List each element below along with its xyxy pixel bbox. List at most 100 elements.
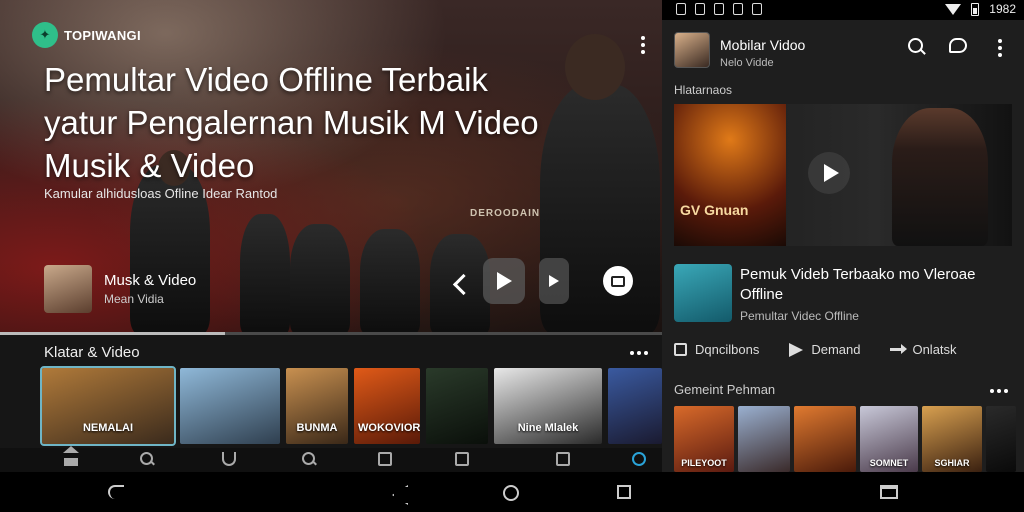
hero-more-icon[interactable]: [641, 36, 645, 57]
heart-icon[interactable]: [222, 452, 236, 466]
video-thumbnail[interactable]: Nine Mlalek: [494, 368, 602, 444]
channel-avatar[interactable]: [674, 32, 710, 68]
progress-fill: [0, 332, 226, 335]
thumbnail-caption: PILEYOOT: [681, 458, 727, 468]
featured-play-button[interactable]: [808, 152, 850, 194]
share-icon: [890, 344, 908, 354]
artist-name: Musk & Video: [104, 272, 197, 289]
stage-poster-text: DEROODAIN: [470, 208, 541, 219]
section-title: Hlatarnaos: [674, 83, 733, 97]
play-button[interactable]: [483, 258, 525, 304]
library-icon[interactable]: [455, 452, 469, 466]
wifi-icon: [945, 3, 962, 15]
home-circle-icon[interactable]: [503, 485, 519, 501]
hero-title-line: yatur Pengalernan Musik M Video: [44, 104, 539, 141]
thumbnail-caption: BUNMA: [296, 422, 338, 434]
recommended-thumbnail[interactable]: PILEYOOT: [674, 406, 734, 472]
download-icon[interactable]: [378, 452, 392, 466]
video-thumbnails: NEMALAI BUNMA WOKOVIOR Nine Mlalek: [40, 366, 662, 446]
notification-icon: [676, 3, 686, 15]
subscribe-button[interactable]: Dqncilbons: [674, 342, 759, 357]
nav-back-triangle-icon[interactable]: [392, 485, 405, 501]
bottom-tab-bar: [0, 446, 662, 472]
next-icon: [549, 275, 559, 287]
recommended-thumbnail[interactable]: [738, 406, 790, 472]
thumbnail-caption: SGHIAR: [934, 458, 970, 468]
recommended-thumbnail[interactable]: [986, 406, 1016, 472]
download-button[interactable]: Demand: [789, 342, 860, 357]
search-icon[interactable]: [140, 452, 154, 466]
chat-icon[interactable]: [949, 38, 967, 53]
recommended-thumbnail[interactable]: SOMNET: [860, 406, 918, 472]
featured-singer: [892, 108, 988, 246]
playlist-icon[interactable]: [556, 452, 570, 466]
video-thumbnail[interactable]: WOKOVIOR: [354, 368, 420, 444]
video-thumbnail[interactable]: [426, 368, 488, 444]
video-channel: Pemultar Videc Offline: [740, 309, 859, 323]
hero-title-line: Musik & Video: [44, 147, 255, 184]
battery-icon: [971, 2, 980, 16]
home-icon[interactable]: [63, 446, 79, 466]
download-icon: [789, 342, 804, 357]
hero-title: Pemultar Video Offline Terbaik yatur Pen…: [44, 58, 604, 187]
featured-video[interactable]: GV Gnuan: [674, 104, 1012, 246]
previous-icon[interactable]: [452, 266, 474, 302]
subscribe-icon: [674, 343, 687, 356]
window-icon[interactable]: [880, 485, 898, 499]
artist-avatar: [44, 265, 92, 313]
video-list-thumb: [674, 264, 732, 322]
panel-subtitle: Nelo Vidde: [720, 57, 774, 69]
section-more-icon[interactable]: [630, 351, 648, 355]
hero-video[interactable]: ✦ TOPIWANGI Pemultar Video Offline Terba…: [0, 0, 662, 334]
cast-button[interactable]: [603, 266, 633, 296]
search-icon[interactable]: [908, 38, 926, 56]
next-button[interactable]: [539, 258, 569, 304]
brand-logo-icon: ✦: [32, 22, 58, 48]
play-icon: [496, 272, 512, 290]
progress-bar[interactable]: [0, 332, 662, 335]
panel-header: Mobilar Vidoo Nelo Vidde: [662, 20, 1024, 76]
thumbnail-caption: NEMALAI: [82, 422, 134, 434]
panel-more-icon[interactable]: [998, 39, 1002, 60]
video-list-item[interactable]: Pemuk Videb Terbaako mo Vleroae Offline …: [674, 264, 1014, 324]
notification-icon: [752, 3, 762, 15]
recommended-thumbnails: PILEYOOT SOMNET SGHIAR: [674, 406, 1016, 472]
panel-title: Mobilar Vidoo: [720, 37, 806, 53]
cast-icon: [611, 275, 625, 287]
video-thumbnail[interactable]: BUNMA: [286, 368, 348, 444]
action-row: Dqncilbons Demand Onlatsk: [674, 342, 1014, 357]
system-navigation-bar: [0, 472, 1024, 512]
share-label: Onlatsk: [912, 342, 957, 357]
explore-icon[interactable]: [302, 452, 316, 466]
thumbnail-caption: Nine Mlalek: [517, 422, 579, 434]
back-icon[interactable]: [108, 485, 124, 499]
brand-name: TOPIWANGI: [64, 27, 141, 43]
recent-apps-icon[interactable]: [617, 485, 631, 499]
status-bar: 1982: [662, 0, 1024, 20]
subscribe-label: Dqncilbons: [695, 342, 760, 357]
share-button[interactable]: Onlatsk: [890, 342, 957, 357]
recommended-thumbnail[interactable]: SGHIAR: [922, 406, 982, 472]
app-brand: ✦ TOPIWANGI: [32, 22, 141, 48]
download-label: Demand: [811, 342, 861, 357]
thumbnail-caption: WOKOVIOR: [358, 422, 420, 434]
section-more-icon[interactable]: [990, 389, 1008, 393]
notification-icon: [695, 3, 705, 15]
notification-icon: [733, 3, 743, 15]
notification-icon: [714, 3, 724, 15]
featured-poster-caption: GV Gnuan: [680, 202, 749, 218]
notification-icons: [676, 3, 762, 15]
stage-figure: [290, 224, 350, 334]
recommended-thumbnail[interactable]: [794, 406, 856, 472]
section-title: Gemeint Pehman: [674, 382, 776, 397]
video-title: Pemuk Videb Terbaako mo Vleroae Offline: [740, 266, 976, 303]
video-thumbnail[interactable]: NEMALAI: [40, 366, 176, 446]
video-thumbnail[interactable]: [608, 368, 662, 444]
hero-subtitle: Kamular alhidusloas Ofline Idear Rantod: [44, 186, 278, 201]
play-icon: [823, 164, 839, 182]
video-thumbnail[interactable]: [180, 368, 280, 444]
thumbnail-caption: SOMNET: [869, 458, 909, 468]
profile-icon[interactable]: [632, 452, 646, 466]
featured-poster: GV Gnuan: [674, 104, 786, 246]
artist-info[interactable]: Musk & Video Mean Vidia: [44, 265, 196, 313]
